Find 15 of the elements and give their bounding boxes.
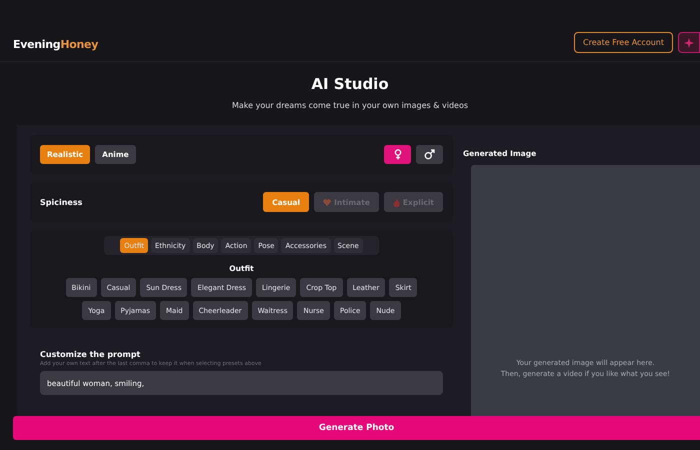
prompt-title: Customize the prompt xyxy=(40,350,142,359)
sparkle-button[interactable] xyxy=(678,32,700,53)
spiciness-label: Spiciness xyxy=(40,198,82,206)
logo[interactable]: EveningHoney xyxy=(13,38,98,51)
generate-button[interactable]: Generate Photo xyxy=(13,416,700,440)
page-title: AI Studio xyxy=(310,75,390,93)
female-icon xyxy=(394,149,402,160)
male-button[interactable] xyxy=(416,145,443,164)
flame-icon xyxy=(392,198,400,206)
create-account-button[interactable]: Create Free Account xyxy=(574,32,673,53)
heart-icon xyxy=(323,198,332,206)
male-icon xyxy=(424,149,435,160)
female-button[interactable] xyxy=(384,145,411,164)
sparkle-icon xyxy=(684,38,694,48)
page-subtitle: Make your dreams come true in your own images & videos xyxy=(230,101,470,110)
